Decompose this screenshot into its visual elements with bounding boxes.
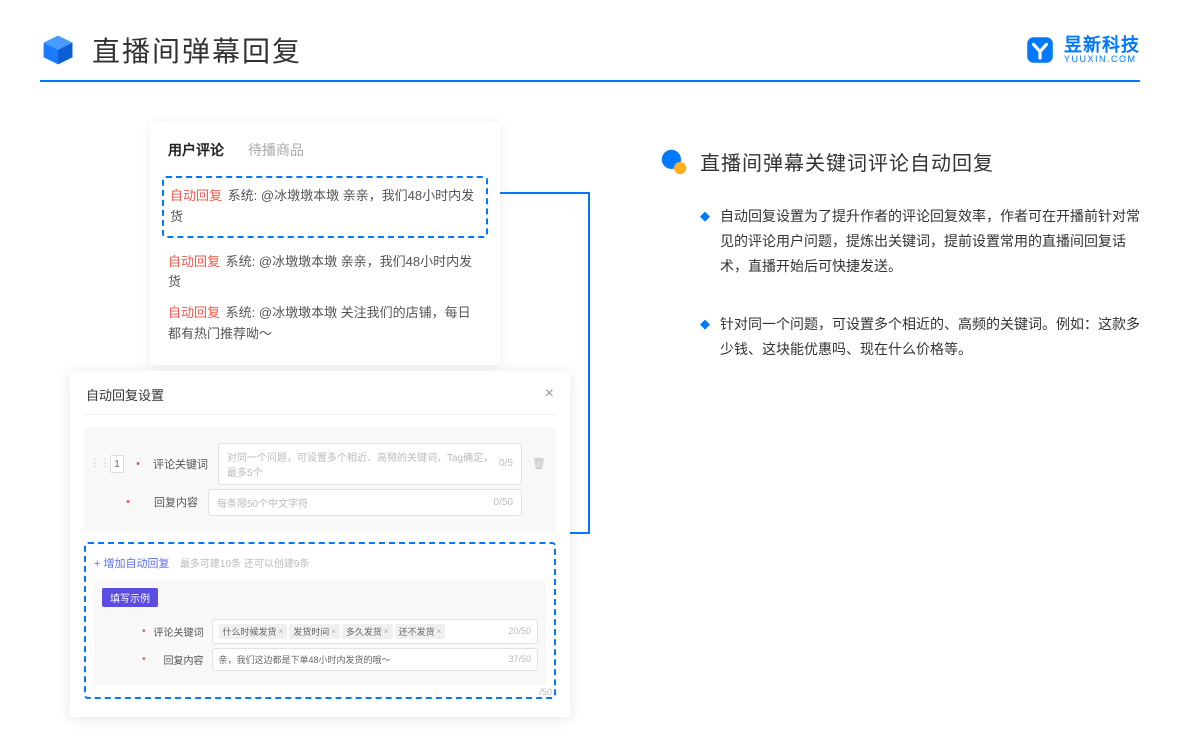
required-marker: • <box>124 496 132 508</box>
keyword-placeholder: 对同一个问题，可设置多个相近、高频的关键词，Tag确定，最多5个 <box>227 449 499 479</box>
cube-icon <box>40 32 76 68</box>
ex-content-input[interactable]: 亲，我们这边都是下单48小时内发货的哦～ 37/50 <box>212 648 538 671</box>
connector-line <box>588 192 590 532</box>
comment-row: 自动回复 系统: @冰墩墩本墩 关注我们的店铺，每日都有热门推荐呦～ <box>168 303 482 345</box>
comment-prefix: 系统: <box>226 305 259 320</box>
drag-handle-icon[interactable]: ⋮⋮ <box>90 458 100 469</box>
auto-reply-badge: 自动回复 <box>170 188 222 203</box>
tab-pending-goods[interactable]: 待播商品 <box>248 140 304 160</box>
comments-panel: 用户评论 待播商品 自动回复 系统: @冰墩墩本墩 亲亲，我们48小时内发货 自… <box>150 122 500 365</box>
brand-logo: 昱新科技 YUUXIN.COM <box>1024 34 1140 66</box>
content-label: 回复内容 <box>142 494 198 510</box>
example-box: + 增加自动回复 最多可建10条 还可以创建9条 填写示例 • 评论关键词 什么… <box>84 542 556 699</box>
auto-reply-badge: 自动回复 <box>168 305 220 320</box>
auto-reply-badge: 自动回复 <box>168 254 220 269</box>
keyword-tag[interactable]: 发货时间× <box>289 624 340 639</box>
content-placeholder: 每条限50个中文字符 <box>217 495 308 510</box>
keyword-label: 评论关键词 <box>152 456 208 472</box>
close-icon[interactable]: × <box>545 385 554 403</box>
row-number: 1 <box>110 455 124 473</box>
comment-row-highlighted: 自动回复 系统: @冰墩墩本墩 亲亲，我们48小时内发货 <box>162 176 488 238</box>
ex-content-counter: 37/50 <box>508 654 531 664</box>
delete-icon[interactable]: 🗑 <box>532 457 546 470</box>
connector-line <box>500 192 590 194</box>
bullet-text: 针对同一个问题，可设置多个相近的、高频的关键词。例如：这款多少钱、这块能优惠吗、… <box>720 312 1140 362</box>
modal-title: 自动回复设置 <box>86 385 164 404</box>
comment-prefix: 系统: <box>226 254 259 269</box>
add-auto-reply-link[interactable]: + 增加自动回复 <box>94 558 169 570</box>
keyword-tag[interactable]: 什么时候发货× <box>219 624 288 639</box>
brand-subtitle: YUUXIN.COM <box>1064 54 1140 64</box>
keyword-tag[interactable]: 多久发货× <box>342 624 393 639</box>
required-marker: • <box>134 458 142 470</box>
ex-keyword-label: 评论关键词 <box>154 624 204 639</box>
required-marker: • <box>142 626 146 637</box>
content-counter: 0/50 <box>494 497 513 508</box>
keyword-tag[interactable]: 还不发货× <box>395 624 446 639</box>
page-title: 直播间弹幕回复 <box>92 30 302 70</box>
brand-name: 昱新科技 <box>1064 36 1140 54</box>
comment-row: 自动回复 系统: @冰墩墩本墩 亲亲，我们48小时内发货 <box>168 252 482 294</box>
content-input[interactable]: 每条限50个中文字符 0/50 <box>208 489 522 516</box>
keyword-input[interactable]: 对同一个问题，可设置多个相近、高频的关键词，Tag确定，最多5个 0/5 <box>218 443 522 485</box>
required-marker: • <box>142 654 146 665</box>
ex-keyword-input[interactable]: 什么时候发货× 发货时间× 多久发货× 还不发货× 20/50 <box>212 619 538 644</box>
bullet-marker-icon: ◆ <box>700 204 710 280</box>
example-pill: 填写示例 <box>102 588 158 607</box>
chat-bubble-icon <box>660 148 688 176</box>
bullet-marker-icon: ◆ <box>700 312 710 362</box>
bullet-item: ◆ 针对同一个问题，可设置多个相近的、高频的关键词。例如：这款多少钱、这块能优惠… <box>700 312 1140 362</box>
brand-icon <box>1024 34 1056 66</box>
bullet-text: 自动回复设置为了提升作者的评论回复效率，作者可在开播前针对常见的评论用户问题，提… <box>720 204 1140 280</box>
ex-content-label: 回复内容 <box>154 652 204 667</box>
tab-user-comments[interactable]: 用户评论 <box>168 140 224 160</box>
outer-counter: /50 <box>539 687 552 697</box>
ex-keyword-counter: 20/50 <box>508 626 531 636</box>
keyword-counter: 0/5 <box>499 458 513 469</box>
section-title: 直播间弹幕关键词评论自动回复 <box>700 147 994 176</box>
bullet-item: ◆ 自动回复设置为了提升作者的评论回复效率，作者可在开播前针对常见的评论用户问题… <box>700 204 1140 280</box>
auto-reply-settings-modal: 自动回复设置 × ⋮⋮ 1 • 评论关键词 对同一个问题，可设置多个相近、高频的… <box>70 371 570 717</box>
add-hint: 最多可建10条 还可以创建9条 <box>180 559 309 570</box>
comment-prefix: 系统: <box>228 188 261 203</box>
